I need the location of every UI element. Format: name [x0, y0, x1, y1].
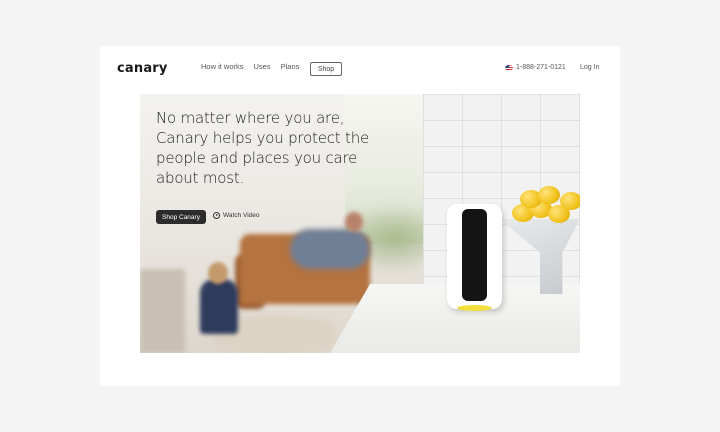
phone-number-text: 1-888-271-0121 — [516, 64, 566, 71]
page-card: canary How it works Uses Plans Shop 1-88… — [100, 46, 620, 386]
hero-boy — [200, 279, 238, 334]
canary-device — [447, 204, 502, 311]
phone-number-link[interactable]: 1-888-271-0121 — [505, 64, 566, 71]
lemon — [538, 186, 560, 204]
nav-plans[interactable]: Plans — [281, 62, 300, 71]
hero-person-on-sofa — [290, 229, 370, 269]
play-circle-icon — [213, 212, 220, 219]
us-flag-icon — [505, 64, 513, 71]
canary-device-face — [462, 209, 487, 301]
nav-how-it-works[interactable]: How it works — [201, 62, 244, 71]
shop-canary-button[interactable]: Shop Canary — [156, 210, 206, 224]
shop-button[interactable]: Shop — [310, 62, 342, 76]
main-nav: How it works Uses Plans — [201, 62, 299, 71]
login-link[interactable]: Log In — [580, 64, 599, 71]
lemon — [560, 192, 580, 210]
watch-video-button[interactable]: Watch Video — [213, 212, 260, 219]
hero-boy-head — [208, 262, 228, 284]
hero-person-head — [345, 212, 363, 232]
nav-uses[interactable]: Uses — [254, 62, 271, 71]
canary-device-light — [457, 305, 492, 311]
watch-video-label: Watch Video — [223, 212, 260, 219]
canary-logo[interactable]: canary — [117, 61, 168, 76]
hero-headline: No matter where you are, Canary helps yo… — [156, 109, 370, 187]
hero-chair — [140, 269, 185, 353]
